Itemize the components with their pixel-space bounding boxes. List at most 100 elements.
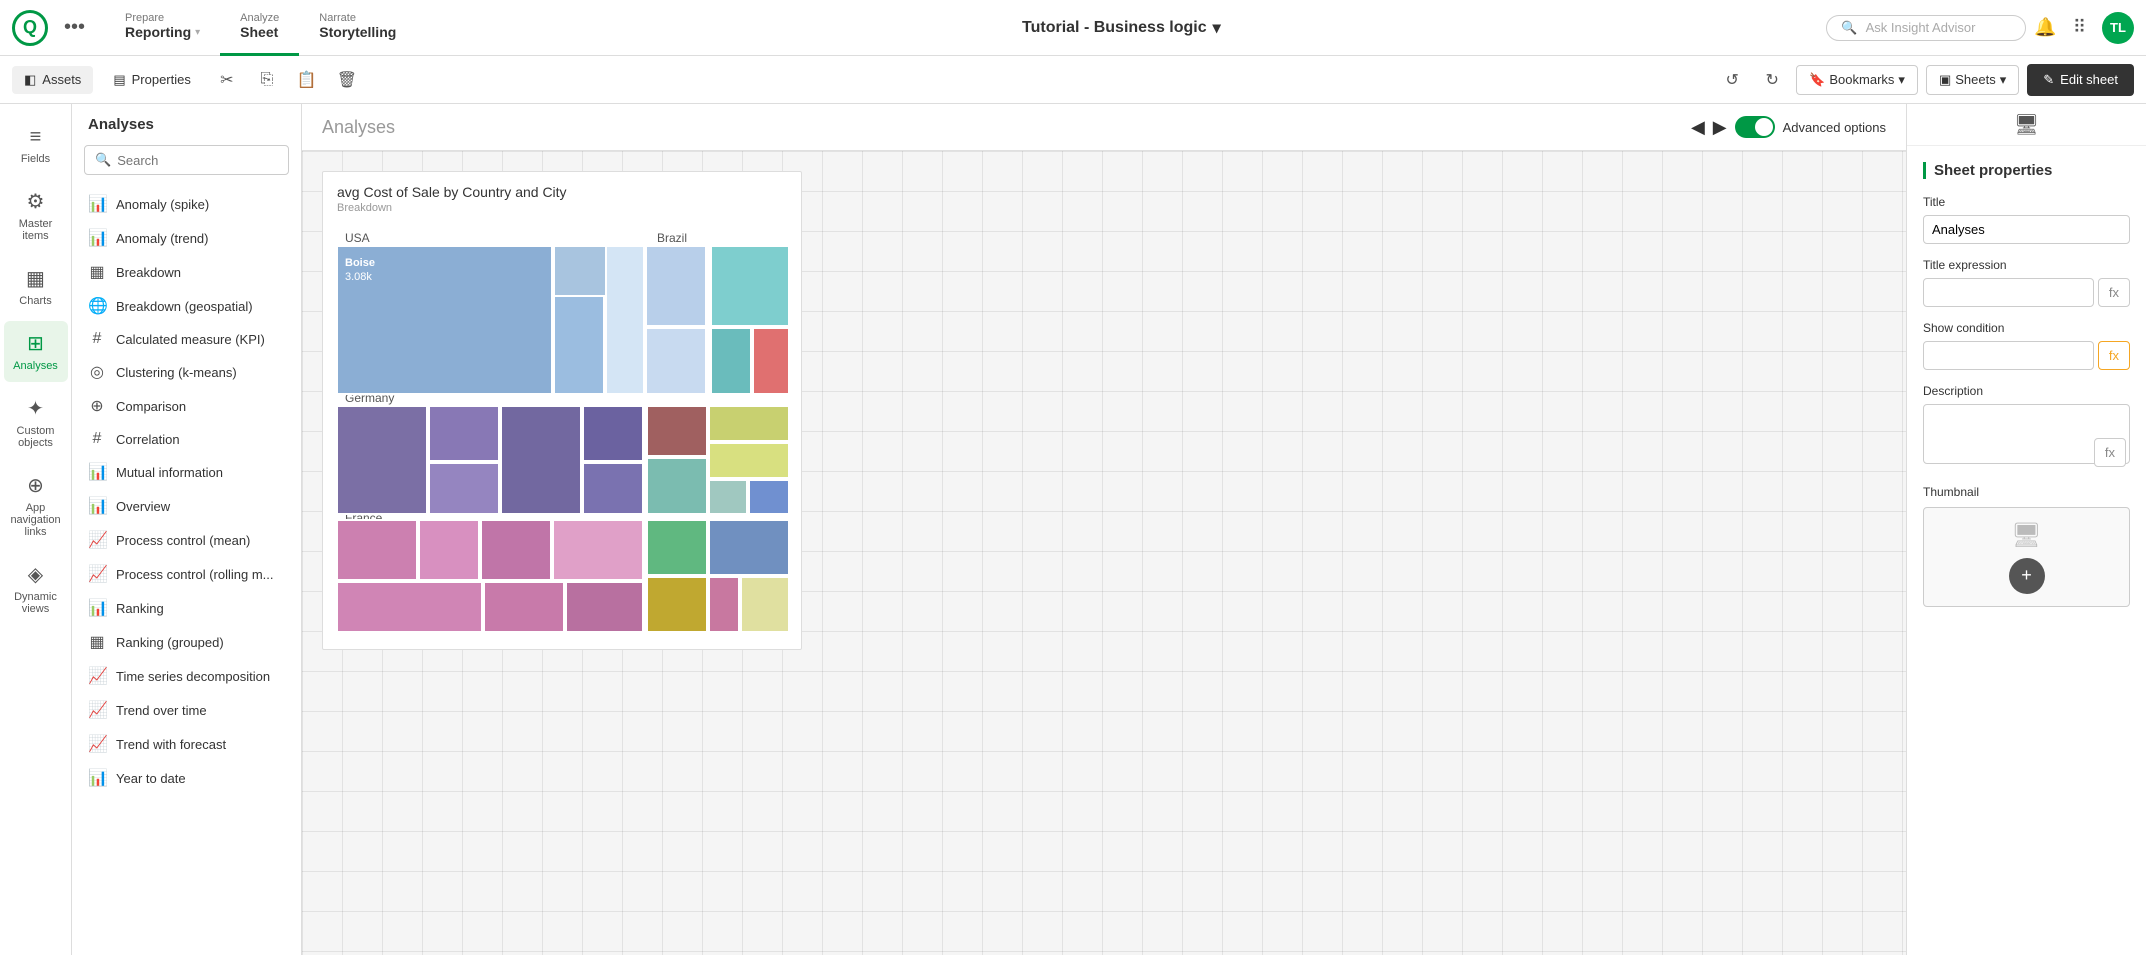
analysis-label-time-series: Time series decomposition bbox=[116, 669, 270, 684]
search-placeholder: Ask Insight Advisor bbox=[1866, 20, 1976, 35]
title-expression-input[interactable] bbox=[1923, 278, 2094, 307]
description-label: Description bbox=[1923, 384, 2130, 398]
analysis-label-process-mean: Process control (mean) bbox=[116, 533, 250, 548]
analysis-item-ranking[interactable]: 📊 Ranking bbox=[72, 591, 301, 625]
prepare-value: Reporting bbox=[125, 24, 191, 40]
properties-panel: 🖥 Sheet properties Title Title expressio… bbox=[1906, 104, 2146, 955]
analysis-icon-anomaly-trend: 📊 bbox=[88, 228, 106, 248]
sidebar-icons: ≡ Fields ⚙ Master items ▦ Charts ⊞ Analy… bbox=[0, 104, 72, 955]
analyses-list: 📊 Anomaly (spike) 📊 Anomaly (trend) ▦ Br… bbox=[72, 187, 301, 943]
next-arrow[interactable]: ▶ bbox=[1713, 117, 1727, 138]
sidebar-item-analyses[interactable]: ⊞ Analyses bbox=[4, 321, 68, 382]
analysis-icon-ranking-grouped: ▦ bbox=[88, 632, 106, 652]
analyze-value: Sheet bbox=[240, 24, 278, 40]
properties-header: 🖥 bbox=[1907, 104, 2146, 146]
insight-advisor-search[interactable]: 🔍 Ask Insight Advisor bbox=[1826, 15, 2026, 41]
analysis-item-clustering[interactable]: ◎ Clustering (k-means) bbox=[72, 355, 301, 389]
title-expression-fx-button[interactable]: fx bbox=[2098, 278, 2130, 307]
description-fx-button[interactable]: fx bbox=[2094, 438, 2126, 467]
analysis-icon-anomaly-spike: 📊 bbox=[88, 194, 106, 214]
advanced-options-toggle[interactable] bbox=[1735, 116, 1775, 138]
advanced-options-label: Advanced options bbox=[1783, 120, 1886, 135]
redo-button[interactable]: ↻ bbox=[1756, 64, 1788, 96]
sheets-icon: ▣ bbox=[1939, 72, 1951, 88]
second-toolbar: ◧ Assets ▤ Properties ✂ ⎘ 📋 🗑 ↺ ↻ 🔖 Book… bbox=[0, 56, 2146, 104]
assets-icon: ◧ bbox=[24, 72, 36, 88]
content-title: Analyses bbox=[322, 117, 1683, 138]
brazil-label: Brazil bbox=[657, 231, 687, 245]
title-input[interactable] bbox=[1923, 215, 2130, 244]
prepare-label: Prepare bbox=[125, 12, 164, 24]
analysis-label-anomaly-spike: Anomaly (spike) bbox=[116, 197, 209, 212]
show-condition-input[interactable] bbox=[1923, 341, 2094, 370]
narrate-value: Storytelling bbox=[319, 24, 396, 40]
bookmarks-button[interactable]: 🔖 Bookmarks ▾ bbox=[1796, 65, 1918, 95]
analysis-item-breakdown[interactable]: ▦ Breakdown bbox=[72, 255, 301, 289]
show-condition-fx-button[interactable]: fx bbox=[2098, 341, 2130, 370]
analysis-item-breakdown-geo[interactable]: 🌐 Breakdown (geospatial) bbox=[72, 289, 301, 323]
qlik-logo-mark: Q bbox=[12, 10, 48, 46]
master-items-label: Master items bbox=[12, 218, 60, 242]
undo-button[interactable]: ↺ bbox=[1716, 64, 1748, 96]
chart-area: avg Cost of Sale by Country and City Bre… bbox=[302, 151, 1906, 955]
sidebar-item-master-items[interactable]: ⚙ Master items bbox=[4, 179, 68, 252]
analysis-item-anomaly-trend[interactable]: 📊 Anomaly (trend) bbox=[72, 221, 301, 255]
analysis-item-calculated-measure[interactable]: # Calculated measure (KPI) bbox=[72, 323, 301, 355]
sidebar-item-app-nav[interactable]: ⊕ App navigation links bbox=[4, 463, 68, 548]
usa-label: USA bbox=[345, 231, 370, 245]
analysis-item-anomaly-spike[interactable]: 📊 Anomaly (spike) bbox=[72, 187, 301, 221]
sheet-properties-title: Sheet properties bbox=[1923, 162, 2130, 179]
nav-narrate[interactable]: Narrate Storytelling bbox=[299, 0, 416, 56]
thumbnail-add-button[interactable]: + bbox=[2009, 558, 2045, 594]
sheets-button[interactable]: ▣ Sheets ▾ bbox=[1926, 65, 2019, 95]
analysis-icon-mutual-info: 📊 bbox=[88, 462, 106, 482]
avatar[interactable]: TL bbox=[2102, 12, 2134, 44]
title-expression-row: fx bbox=[1923, 278, 2130, 307]
nav-analyze[interactable]: Analyze Sheet bbox=[220, 0, 299, 56]
svg-text:Boise: Boise bbox=[345, 257, 375, 269]
bookmarks-dropdown-icon: ▾ bbox=[1898, 72, 1905, 88]
search-input[interactable] bbox=[117, 153, 278, 168]
edit-sheet-button[interactable]: ✎ Edit sheet bbox=[2027, 64, 2134, 96]
sidebar-item-charts[interactable]: ▦ Charts bbox=[4, 256, 68, 317]
analysis-item-comparison[interactable]: ⊕ Comparison bbox=[72, 389, 301, 423]
sidebar-item-custom-objects[interactable]: ✦ Custom objects bbox=[4, 386, 68, 459]
apps-grid-icon[interactable]: ⠿ bbox=[2073, 17, 2086, 38]
analysis-item-year-to-date[interactable]: 📊 Year to date bbox=[72, 761, 301, 795]
analysis-icon-year-to-date: 📊 bbox=[88, 768, 106, 788]
analysis-label-breakdown-geo: Breakdown (geospatial) bbox=[116, 299, 253, 314]
analysis-item-process-rolling[interactable]: 📈 Process control (rolling m... bbox=[72, 557, 301, 591]
sidebar-item-dynamic-views[interactable]: ◈ Dynamic views bbox=[4, 552, 68, 625]
analysis-icon-time-series: 📈 bbox=[88, 666, 106, 686]
title-label: Title bbox=[1923, 195, 2130, 209]
copy-button[interactable]: ⎘ bbox=[251, 64, 283, 96]
analysis-item-process-mean[interactable]: 📈 Process control (mean) bbox=[72, 523, 301, 557]
analysis-item-ranking-grouped[interactable]: ▦ Ranking (grouped) bbox=[72, 625, 301, 659]
analysis-item-mutual-info[interactable]: 📊 Mutual information bbox=[72, 455, 301, 489]
fields-label: Fields bbox=[21, 153, 50, 165]
app-nav-label: App navigation links bbox=[10, 502, 60, 538]
app-title-dropdown-icon[interactable]: ▾ bbox=[1213, 18, 1221, 38]
delete-button[interactable]: 🗑 bbox=[331, 64, 363, 96]
search-icon: 🔍 bbox=[1841, 20, 1857, 36]
analysis-label-calculated-measure: Calculated measure (KPI) bbox=[116, 332, 265, 347]
prev-arrow[interactable]: ◀ bbox=[1691, 117, 1705, 138]
nav-prepare[interactable]: Prepare Reporting ▾ bbox=[105, 0, 220, 56]
analysis-item-time-series[interactable]: 📈 Time series decomposition bbox=[72, 659, 301, 693]
analysis-label-year-to-date: Year to date bbox=[116, 771, 186, 786]
analysis-item-trend-forecast[interactable]: 📈 Trend with forecast bbox=[72, 727, 301, 761]
panel-title: Analyses bbox=[72, 116, 301, 145]
assets-tab[interactable]: ◧ Assets bbox=[12, 66, 93, 94]
nav-dots[interactable]: ••• bbox=[64, 16, 85, 39]
properties-tab[interactable]: ▤ Properties bbox=[101, 66, 203, 94]
qlik-logo: Q bbox=[12, 10, 48, 46]
notifications-icon[interactable]: 🔔 bbox=[2034, 17, 2056, 38]
cut-button[interactable]: ✂ bbox=[211, 64, 243, 96]
sidebar-item-fields[interactable]: ≡ Fields bbox=[4, 116, 68, 175]
analysis-item-trend-time[interactable]: 📈 Trend over time bbox=[72, 693, 301, 727]
panel-search-box[interactable]: 🔍 bbox=[84, 145, 289, 175]
analysis-item-correlation[interactable]: # Correlation bbox=[72, 423, 301, 455]
paste-button[interactable]: 📋 bbox=[291, 64, 323, 96]
app-title: Tutorial - Business logic ▾ bbox=[416, 18, 1826, 38]
analysis-item-overview[interactable]: 📊 Overview bbox=[72, 489, 301, 523]
